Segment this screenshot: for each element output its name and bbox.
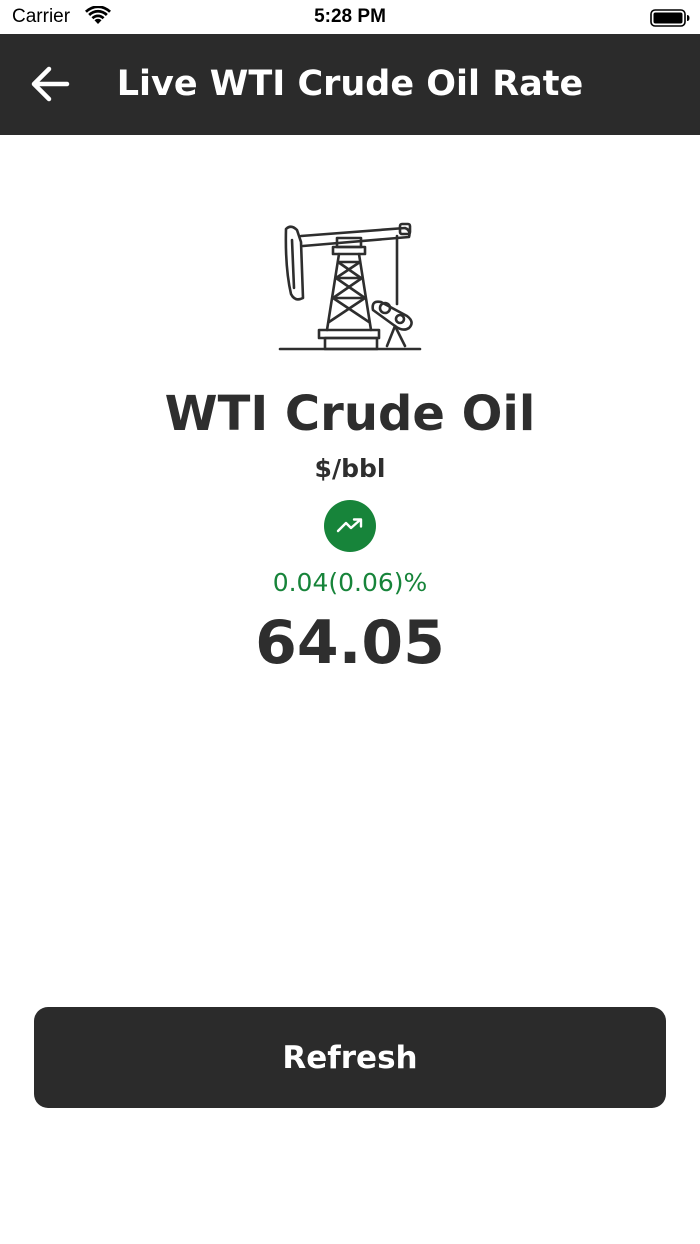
trending-up-icon <box>336 518 363 533</box>
back-button[interactable] <box>20 56 80 112</box>
oil-pumpjack-icon <box>278 222 422 351</box>
price-unit: $/bbl <box>314 454 386 483</box>
page-title: Live WTI Crude Oil Rate <box>116 64 584 104</box>
status-time: 5:28 PM <box>314 6 386 27</box>
refresh-button[interactable]: Refresh <box>34 1007 666 1108</box>
price-change: 0.04(0.06)% <box>272 568 428 597</box>
screen: Carrier 5:28 PM Live WTI Crude Oil Rate <box>0 0 700 1244</box>
trend-badge <box>324 500 376 552</box>
navigation-bar: Live WTI Crude Oil Rate <box>0 34 700 135</box>
status-bar: Carrier 5:28 PM <box>0 0 700 34</box>
battery-icon <box>650 9 690 27</box>
arrow-left-icon <box>31 66 70 102</box>
current-price: 64.05 <box>255 608 445 678</box>
commodity-name: WTI Crude Oil <box>164 386 536 442</box>
